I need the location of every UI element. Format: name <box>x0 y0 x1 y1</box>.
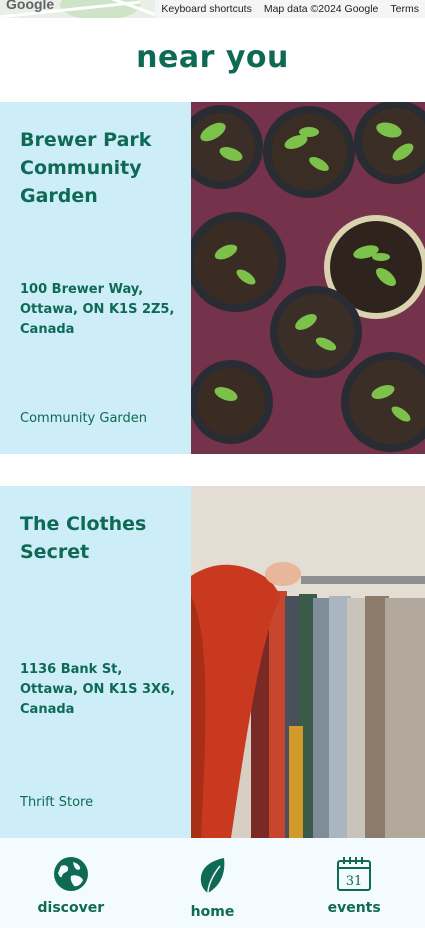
terms-link[interactable]: Terms <box>390 3 419 15</box>
place-info: The Clothes Secret 1136 Bank St, Ottawa,… <box>0 486 191 838</box>
calendar-icon: 31 <box>336 856 372 896</box>
place-name[interactable]: The Clothes Secret <box>20 510 180 566</box>
nav-discover-label: discover <box>37 900 105 916</box>
seedling-pots-photo <box>191 102 425 454</box>
page-title: near you <box>136 40 289 75</box>
map-data-credit: Map data ©2024 Google <box>263 3 379 15</box>
nav-events[interactable]: 31 events <box>299 838 409 916</box>
clothing-rack-photo <box>191 486 425 838</box>
bottom-nav: discover home 31 events <box>0 838 425 928</box>
place-info: Brewer Park Community Garden 100 Brewer … <box>0 102 191 454</box>
keyboard-shortcuts-link[interactable]: Keyboard shortcuts <box>161 3 251 15</box>
map-attribution: Keyboard shortcuts Map data ©2024 Google… <box>155 0 425 18</box>
place-name[interactable]: Brewer Park Community Garden <box>20 126 180 210</box>
globe-icon <box>53 856 89 896</box>
nav-discover[interactable]: discover <box>16 838 126 916</box>
leaf-icon <box>194 856 230 900</box>
place-card[interactable]: Brewer Park Community Garden 100 Brewer … <box>0 102 425 454</box>
place-category: Thrift Store <box>20 795 94 810</box>
nav-home-label: home <box>190 904 235 920</box>
place-address: 1136 Bank St, Ottawa, ON K1S 3X6, Canada <box>20 662 176 717</box>
google-logo: Google <box>6 0 55 12</box>
nav-events-label: events <box>327 900 381 916</box>
place-category: Community Garden <box>20 411 148 426</box>
place-card[interactable]: The Clothes Secret 1136 Bank St, Ottawa,… <box>0 486 425 838</box>
place-address: 100 Brewer Way, Ottawa, ON K1S 2Z5, Cana… <box>20 282 175 337</box>
map-view[interactable]: Google Keyboard shortcuts Map data ©2024… <box>0 0 425 18</box>
nav-home[interactable]: home <box>157 838 267 920</box>
calendar-day: 31 <box>346 874 363 889</box>
